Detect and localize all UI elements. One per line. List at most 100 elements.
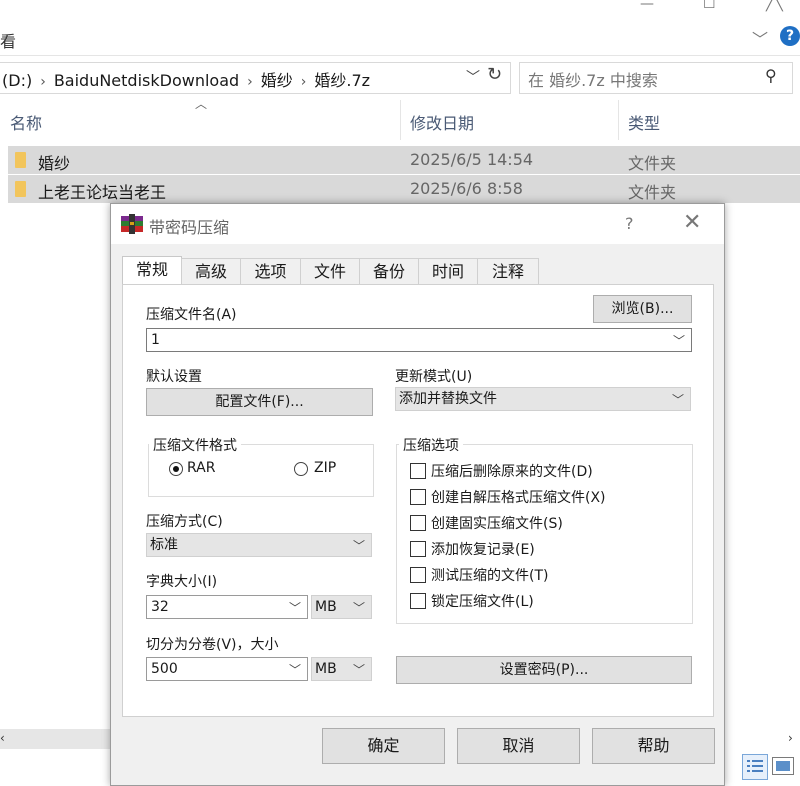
search-icon[interactable]: ⚲ — [765, 66, 777, 85]
split-unit-select[interactable]: MB ﹀ — [311, 657, 372, 681]
sfx-label[interactable]: 创建自解压格式压缩文件(X) — [431, 487, 606, 507]
dict-unit-value: MB — [315, 599, 337, 615]
help-icon[interactable]: ? — [625, 214, 634, 233]
ribbon-tab-view[interactable]: 看 — [0, 28, 16, 52]
divider — [0, 55, 800, 56]
column-divider[interactable] — [400, 100, 401, 140]
method-select[interactable]: 标准 ﹀ — [146, 533, 372, 557]
default-settings-label: 默认设置 — [146, 369, 202, 385]
column-header-type[interactable]: 类型 — [628, 110, 660, 134]
set-password-button[interactable]: 设置密码(P)... — [396, 656, 692, 684]
browse-button[interactable]: 浏览(B)... — [593, 295, 692, 323]
chevron-down-icon: ﹀ — [352, 601, 365, 615]
tab-time[interactable]: 时间 — [418, 258, 478, 285]
solid-checkbox[interactable] — [410, 515, 426, 531]
chevron-down-icon[interactable]: ﹀ — [673, 330, 685, 352]
close-window-icon[interactable]: ╱╲ — [766, 0, 783, 12]
winrar-icon — [121, 214, 143, 234]
recovery-checkbox[interactable] — [410, 541, 426, 557]
chevron-down-icon: ﹀ — [352, 539, 365, 553]
list-item[interactable] — [8, 146, 800, 174]
dict-unit-select[interactable]: MB ﹀ — [311, 595, 372, 619]
delete-files-checkbox[interactable] — [410, 463, 426, 479]
dialog-title: 带密码压缩 — [149, 218, 230, 237]
method-value: 标准 — [150, 537, 178, 553]
format-zip-radio[interactable] — [294, 462, 308, 476]
file-type: 文件夹 — [628, 154, 677, 173]
recovery-label[interactable]: 添加恢复记录(E) — [431, 539, 535, 559]
chevron-down-icon: ﹀ — [671, 393, 684, 407]
maximize-icon[interactable]: ☐ — [703, 0, 716, 12]
method-label: 压缩方式(C) — [146, 514, 223, 530]
refresh-icon[interactable]: ↻ — [487, 64, 502, 85]
breadcrumb-archive[interactable]: 婚纱.7z — [314, 71, 370, 90]
chevron-down-icon: ﹀ — [352, 663, 365, 677]
lock-label[interactable]: 锁定压缩文件(L) — [431, 591, 534, 611]
column-divider[interactable] — [618, 100, 619, 140]
update-mode-value: 添加并替换文件 — [399, 391, 497, 407]
file-name[interactable]: 上老王论坛当老王 — [38, 179, 166, 203]
format-group-title: 压缩文件格式 — [149, 435, 241, 455]
column-header-name[interactable]: 名称 — [10, 110, 42, 134]
chevron-right-icon: › — [300, 74, 307, 90]
archive-name-value: 1 — [151, 332, 160, 348]
archive-name-input[interactable]: 1 ﹀ — [146, 328, 692, 352]
format-rar-label[interactable]: RAR — [187, 460, 215, 476]
dict-size-input[interactable]: 32 ﹀ — [146, 595, 308, 619]
dict-label: 字典大小(I) — [146, 574, 218, 590]
scroll-left-icon[interactable]: ‹ — [0, 731, 5, 745]
sfx-checkbox[interactable] — [410, 489, 426, 505]
lock-checkbox[interactable] — [410, 593, 426, 609]
chevron-down-icon[interactable]: ﹀ — [289, 597, 301, 619]
file-name[interactable]: 婚纱 — [38, 150, 70, 174]
help-button[interactable]: 帮助 — [592, 728, 715, 764]
cancel-button[interactable]: 取消 — [457, 728, 580, 764]
dict-size-value: 32 — [151, 599, 169, 615]
tab-comment[interactable]: 注释 — [477, 258, 539, 285]
split-size-input[interactable]: 500 ﹀ — [146, 657, 308, 681]
update-mode-select[interactable]: 添加并替换文件 ﹀ — [395, 387, 691, 411]
format-rar-radio[interactable] — [169, 462, 183, 476]
help-icon[interactable]: ? — [780, 26, 800, 46]
format-zip-label[interactable]: ZIP — [314, 460, 336, 476]
archive-dialog: 带密码压缩 ? ✕ 常规 高级 选项 文件 备份 时间 注释 压缩文件名(A) … — [110, 203, 725, 786]
test-label[interactable]: 测试压缩的文件(T) — [431, 565, 548, 585]
expand-ribbon-chevron-icon[interactable]: ﹀ — [752, 26, 768, 50]
tab-files[interactable]: 文件 — [300, 258, 360, 285]
delete-files-label[interactable]: 压缩后删除原来的文件(D) — [431, 461, 593, 481]
profiles-button[interactable]: 配置文件(F)... — [146, 388, 373, 416]
address-dropdown-icon[interactable]: ﹀ — [466, 67, 480, 87]
chevron-right-icon: › — [40, 74, 46, 90]
update-mode-label: 更新模式(U) — [395, 369, 473, 385]
file-date: 2025/6/6 8:58 — [410, 179, 523, 198]
scroll-right-icon[interactable]: › — [788, 731, 793, 745]
column-header-date[interactable]: 修改日期 — [410, 110, 474, 134]
file-date: 2025/6/5 14:54 — [410, 150, 534, 169]
folder-icon — [15, 181, 26, 197]
tab-options[interactable]: 选项 — [240, 258, 301, 285]
test-checkbox[interactable] — [410, 567, 426, 583]
horizontal-scrollbar[interactable] — [0, 729, 118, 749]
close-icon[interactable]: ✕ — [683, 210, 701, 235]
details-view-icon[interactable] — [742, 754, 768, 780]
options-group-title: 压缩选项 — [399, 435, 463, 455]
tab-backup[interactable]: 备份 — [359, 258, 419, 285]
ok-button[interactable]: 确定 — [322, 728, 445, 764]
thumbnail-view-icon[interactable] — [772, 757, 794, 775]
breadcrumb-drive[interactable]: (D:) — [2, 71, 32, 90]
solid-label[interactable]: 创建固实压缩文件(S) — [431, 513, 563, 533]
breadcrumb[interactable]: (D:) › BaiduNetdiskDownload › 婚纱 › 婚纱.7z — [2, 67, 370, 91]
split-label: 切分为分卷(V)，大小 — [146, 637, 279, 653]
folder-icon — [15, 152, 26, 168]
split-unit-value: MB — [315, 661, 337, 677]
split-size-value: 500 — [151, 661, 178, 677]
minimize-icon[interactable]: — — [640, 0, 654, 12]
search-input[interactable]: 在 婚纱.7z 中搜索 — [528, 67, 658, 91]
breadcrumb-baidu[interactable]: BaiduNetdiskDownload — [54, 71, 239, 90]
tab-general[interactable]: 常规 — [122, 256, 182, 285]
breadcrumb-folder[interactable]: 婚纱 — [261, 71, 293, 90]
chevron-down-icon[interactable]: ﹀ — [289, 659, 301, 681]
sort-ascending-icon: ︿ — [195, 97, 208, 111]
archive-name-label: 压缩文件名(A) — [146, 307, 237, 323]
tab-advanced[interactable]: 高级 — [181, 258, 241, 285]
